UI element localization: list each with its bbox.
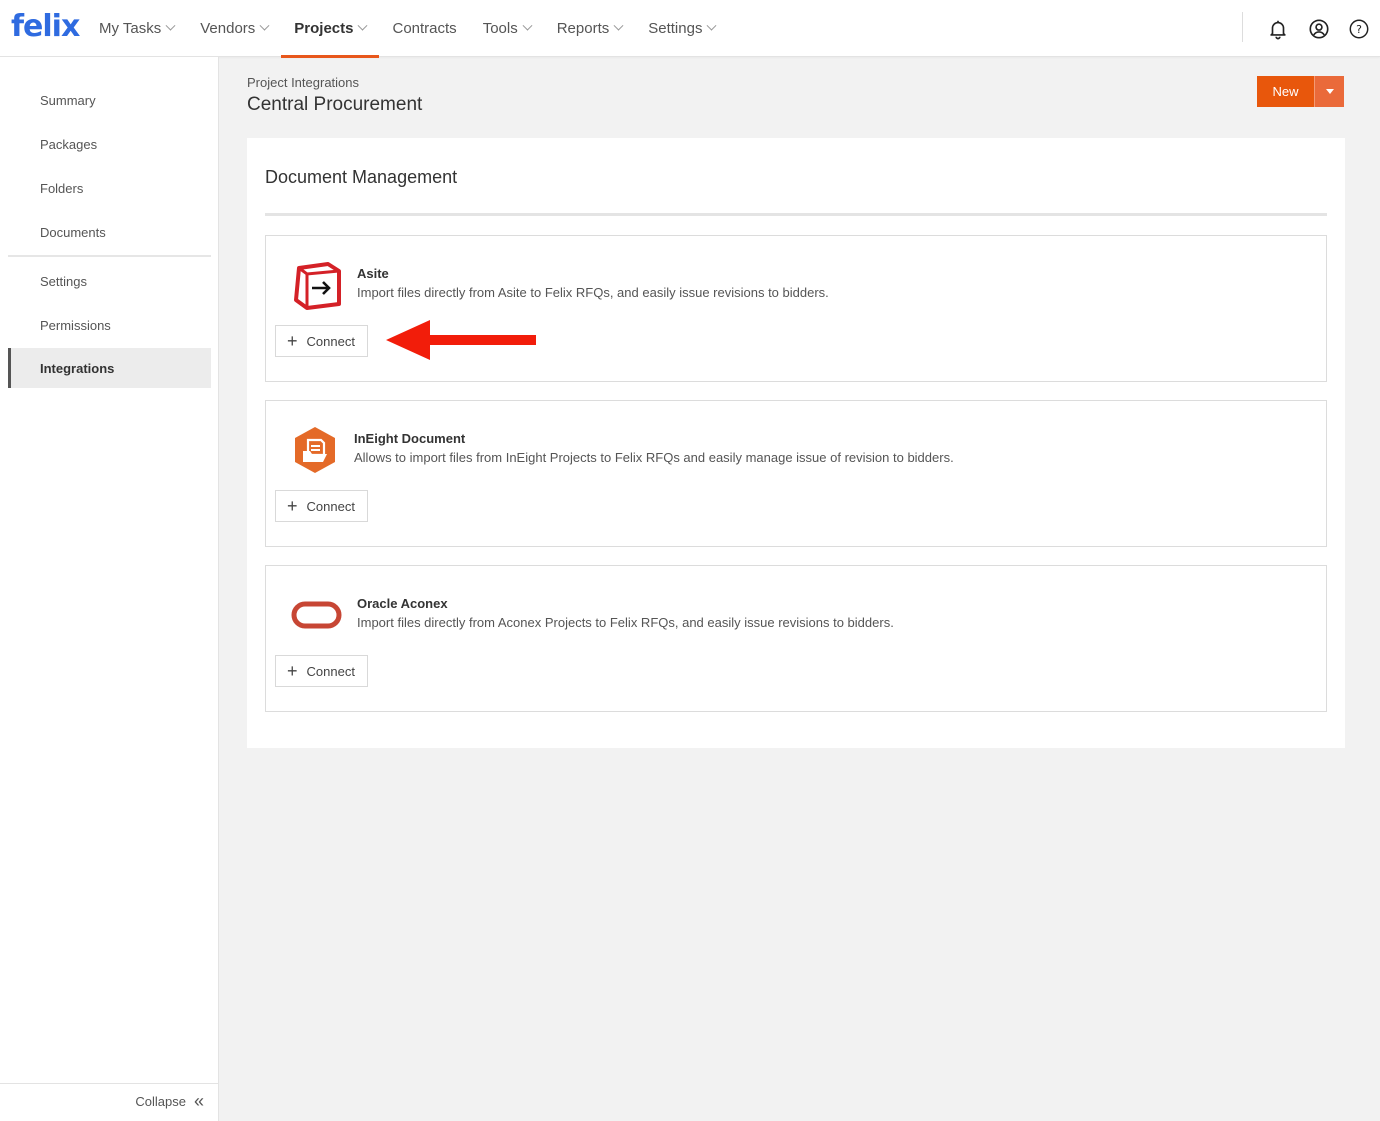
integration-description: Import files directly from Aconex Projec… bbox=[357, 615, 894, 630]
nav-contracts[interactable]: Contracts bbox=[379, 0, 469, 57]
collapse-sidebar-button[interactable]: Collapse « bbox=[135, 1092, 204, 1110]
nav-label: Settings bbox=[648, 20, 703, 37]
nav-label: Reports bbox=[556, 20, 610, 37]
top-navigation-bar: felix My Tasks Vendors Projects Contract… bbox=[0, 0, 1380, 58]
integration-card-ineight: InEight Document Allows to import files … bbox=[265, 400, 1327, 547]
nav-label: Vendors bbox=[200, 20, 256, 37]
nav-label: Projects bbox=[294, 20, 354, 37]
nav-label: My Tasks bbox=[99, 20, 162, 37]
nav-settings[interactable]: Settings bbox=[635, 0, 728, 57]
nav-label: Contracts bbox=[392, 20, 457, 37]
integration-name: InEight Document bbox=[354, 431, 466, 446]
sidebar-item-label: Permissions bbox=[40, 317, 111, 333]
chevron-down-icon bbox=[165, 20, 176, 31]
svg-text:?: ? bbox=[1356, 23, 1362, 36]
new-dropdown-caret[interactable] bbox=[1314, 76, 1344, 107]
sidebar-item-folders[interactable]: Folders bbox=[8, 168, 211, 208]
nav-reports[interactable]: Reports bbox=[544, 0, 636, 57]
sidebar-item-settings[interactable]: Settings bbox=[8, 261, 211, 301]
sidebar-item-summary[interactable]: Summary bbox=[8, 80, 211, 120]
plus-icon: + bbox=[287, 661, 298, 681]
chevron-down-icon bbox=[707, 20, 717, 31]
oracle-logo-icon bbox=[291, 601, 342, 629]
nav-vendors[interactable]: Vendors bbox=[187, 0, 281, 57]
top-divider bbox=[1242, 12, 1243, 42]
felix-logo[interactable]: felix bbox=[11, 9, 80, 44]
integration-description: Allows to import files from InEight Proj… bbox=[354, 450, 954, 465]
integration-name: Oracle Aconex bbox=[357, 596, 448, 611]
chevron-down-icon bbox=[259, 20, 270, 31]
sidebar-item-permissions[interactable]: Permissions bbox=[8, 305, 211, 345]
sidebar-item-documents[interactable]: Documents bbox=[8, 212, 211, 252]
section-divider bbox=[265, 213, 1327, 216]
double-chevron-left-icon: « bbox=[193, 1091, 204, 1111]
sidebar-item-label: Settings bbox=[40, 273, 87, 289]
connect-label: Connect bbox=[306, 498, 355, 514]
connect-oracle-aconex-button[interactable]: + Connect bbox=[275, 655, 368, 687]
connect-asite-button[interactable]: + Connect bbox=[275, 325, 368, 357]
integration-description: Import files directly from Asite to Feli… bbox=[357, 285, 829, 300]
chevron-down-icon bbox=[358, 20, 368, 31]
sidebar-item-label: Integrations bbox=[40, 360, 115, 376]
ineight-logo-icon bbox=[295, 427, 335, 473]
sidebar-item-label: Documents bbox=[40, 224, 106, 240]
connect-label: Connect bbox=[306, 663, 355, 679]
sidebar-item-integrations[interactable]: Integrations bbox=[8, 348, 211, 388]
sidebar-item-packages[interactable]: Packages bbox=[8, 124, 211, 164]
section-title: Document Management bbox=[265, 167, 458, 187]
breadcrumb[interactable]: Project Integrations bbox=[247, 75, 359, 90]
nav-my-tasks[interactable]: My Tasks bbox=[86, 0, 187, 57]
integration-name: Asite bbox=[357, 266, 389, 281]
plus-icon: + bbox=[287, 496, 298, 516]
new-button[interactable]: New bbox=[1257, 76, 1314, 107]
nav-label: Tools bbox=[482, 20, 518, 37]
integration-card-oracle-aconex: Oracle Aconex Import files directly from… bbox=[265, 565, 1327, 712]
collapse-label: Collapse bbox=[135, 1093, 186, 1109]
integrations-panel: Document Management Asite Import files d… bbox=[247, 138, 1345, 748]
sidebar-item-label: Folders bbox=[40, 180, 84, 196]
nav-tools[interactable]: Tools bbox=[470, 0, 544, 57]
asite-logo-icon bbox=[294, 262, 341, 310]
sidebar-item-label: Summary bbox=[40, 92, 96, 108]
page-title: Central Procurement bbox=[247, 94, 423, 115]
caret-down-icon bbox=[1325, 89, 1334, 94]
sidebar-divider bbox=[8, 255, 211, 257]
nav-projects[interactable]: Projects bbox=[281, 0, 380, 58]
chevron-down-icon bbox=[522, 20, 533, 31]
user-circle-icon[interactable] bbox=[1308, 18, 1330, 40]
chevron-down-icon bbox=[613, 20, 624, 31]
annotation-arrow-icon bbox=[386, 320, 536, 360]
project-sidebar: Summary Packages Folders Documents Setti… bbox=[0, 57, 219, 1121]
plus-icon: + bbox=[287, 331, 298, 351]
connect-label: Connect bbox=[306, 333, 355, 349]
new-split-button: New bbox=[1257, 76, 1344, 107]
sidebar-item-label: Packages bbox=[40, 136, 98, 152]
help-icon[interactable]: ? bbox=[1348, 18, 1370, 40]
main-nav: My Tasks Vendors Projects Contracts Tool… bbox=[86, 0, 728, 58]
bell-icon[interactable] bbox=[1267, 18, 1289, 40]
sidebar-footer-divider bbox=[0, 1083, 219, 1084]
connect-ineight-button[interactable]: + Connect bbox=[275, 490, 368, 522]
